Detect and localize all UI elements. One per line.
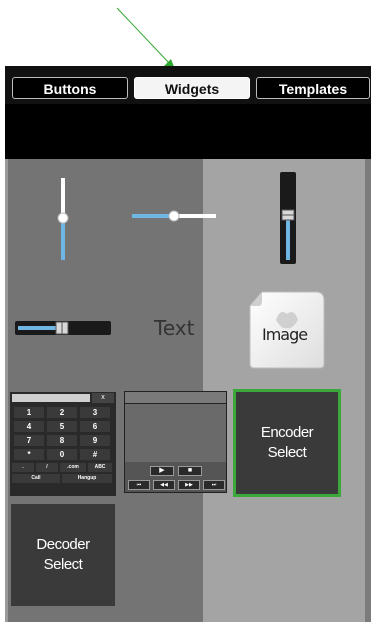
keypad-key[interactable]: 7 [14,435,44,446]
text-widget[interactable]: Text [154,316,194,340]
keypad-key[interactable]: # [80,449,110,460]
keypad-key[interactable]: 9 [80,435,110,446]
skip-back-button[interactable]: ⏮ [128,480,150,490]
keypad-key[interactable]: * [14,449,44,460]
vertical-fader-widget[interactable] [278,170,298,266]
keypad-key[interactable]: 0 [47,449,77,460]
skip-forward-button[interactable]: ⏭ [203,480,225,490]
decoder-select-widget[interactable]: Decoder Select [11,504,115,606]
keypad-call-button[interactable]: Call [12,474,60,483]
keypad-key[interactable]: 3 [80,407,110,418]
keypad-key[interactable]: 5 [47,421,77,432]
horizontal-fader-widget[interactable] [14,318,112,338]
tab-widgets[interactable]: Widgets [134,77,250,99]
palette-scrollbar[interactable] [365,159,371,622]
tab-templates[interactable]: Templates [256,77,370,99]
keypad-key[interactable]: 2 [47,407,77,418]
video-player-titlebar [125,392,226,404]
horizontal-slider-widget[interactable] [130,206,218,226]
toolbar-area [5,104,371,159]
image-widget-label: Image [262,325,308,344]
rewind-button[interactable]: ◀◀ [153,480,175,490]
keypad-clear-button[interactable]: x [92,393,114,403]
keypad-hangup-button[interactable]: Hangup [62,474,112,483]
keypad-small-key[interactable]: . [12,463,34,472]
keypad-small-key[interactable]: ABC [88,463,112,472]
vertical-slider-widget[interactable] [52,176,74,264]
keypad-small-key[interactable]: / [36,463,58,472]
stop-button[interactable]: ■ [178,466,202,476]
keypad-key[interactable]: 8 [47,435,77,446]
encoder-select-widget[interactable]: Encoder Select [233,389,341,497]
keypad-small-key[interactable]: .com [60,463,86,472]
keypad-key[interactable]: 1 [14,407,44,418]
keypad-key[interactable]: 4 [14,421,44,432]
play-button[interactable]: ▶ [150,466,174,476]
keypad-key[interactable]: 6 [80,421,110,432]
fast-forward-button[interactable]: ▶▶ [178,480,200,490]
keypad-display [12,394,90,402]
tab-buttons[interactable]: Buttons [12,77,128,99]
